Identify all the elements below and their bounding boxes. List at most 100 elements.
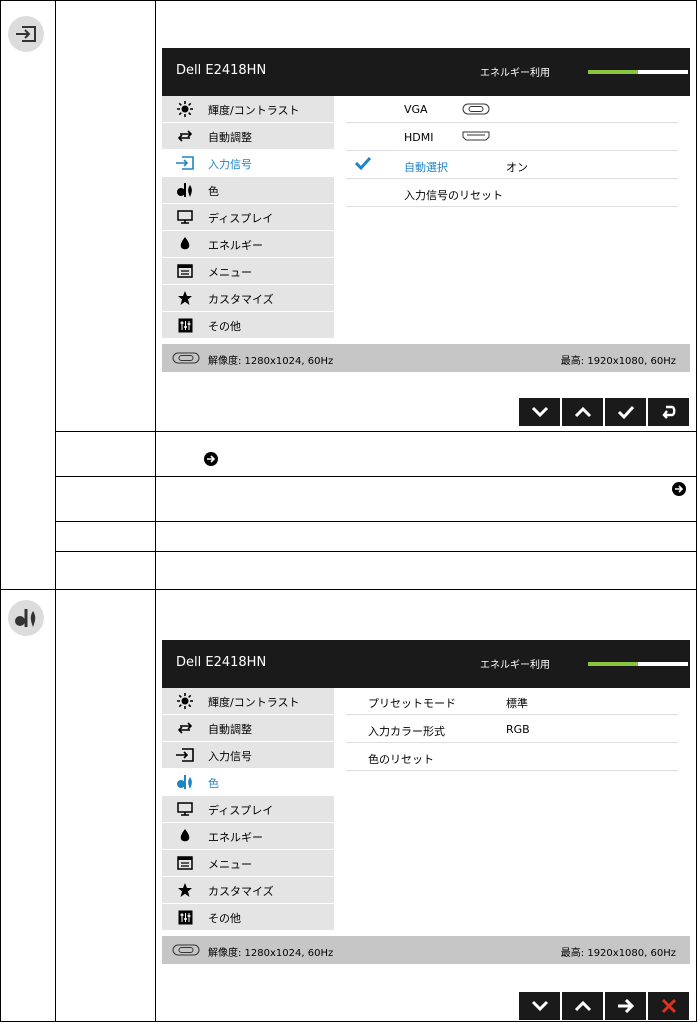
submenu-label: HDMI (404, 131, 434, 144)
others-icon (176, 316, 194, 334)
menu-item-star[interactable]: カスタマイズ (162, 285, 334, 311)
down-button[interactable] (519, 992, 560, 1020)
menu-item-display[interactable]: ディスプレイ (162, 796, 334, 822)
input-source-icon (176, 154, 194, 172)
menu-item-display[interactable]: ディスプレイ (162, 204, 334, 230)
menu-item-input-source[interactable]: 入力信号 (162, 742, 334, 768)
check-icon (617, 405, 635, 419)
auto-adjust-icon (176, 719, 194, 737)
brightness-icon (176, 100, 194, 118)
right-arrow-button[interactable] (605, 992, 646, 1020)
menu-item-energy[interactable]: エネルギー (162, 823, 334, 849)
max-resolution-text: 最高: 1920x1080, 60Hz (560, 948, 676, 959)
osd-buttons (517, 398, 689, 426)
osd-footer: 解像度: 1280x1024, 60Hz 最高: 1920x1080, 60Hz (162, 936, 690, 964)
submenu-label: 色のリセット (368, 753, 434, 766)
model-name: Dell E2418HN (176, 655, 267, 670)
menu-item-auto-adjust[interactable]: 自動調整 (162, 123, 334, 149)
submenu-label: 自動選択 (404, 161, 448, 174)
submenu-value: オン (506, 161, 528, 174)
display-icon (176, 208, 194, 226)
color-section-icon (8, 600, 44, 636)
menu-item-others[interactable]: その他 (162, 904, 334, 930)
menu-icon (176, 854, 194, 872)
down-icon (531, 1000, 549, 1012)
color-icon (176, 181, 194, 199)
menu-item-brightness[interactable]: 輝度/コントラスト (162, 96, 334, 122)
menu-item-menu[interactable]: メニュー (162, 850, 334, 876)
menu-item-label: ディスプレイ (208, 212, 274, 225)
osd-color: Dell E2418HN エネルギー利用 輝度/コントラスト自動調整入力信号色デ… (162, 640, 690, 964)
menu-item-label: その他 (208, 912, 241, 925)
energy-label: エネルギー利用 (480, 660, 550, 671)
close-button[interactable] (648, 992, 689, 1020)
submenu-row[interactable]: 入力カラー形式 RGB (346, 716, 678, 743)
osd-submenu: プリセットモード 標準入力カラー形式 RGB 色のリセット (346, 688, 678, 772)
menu-item-label: その他 (208, 320, 241, 333)
menu-item-menu[interactable]: メニュー (162, 258, 334, 284)
menu-item-brightness[interactable]: 輝度/コントラスト (162, 688, 334, 714)
back-button[interactable] (648, 398, 689, 426)
osd-body: 輝度/コントラスト自動調整入力信号色ディスプレイ エネルギーメニュー カスタマイズそ… (162, 96, 690, 344)
resolution-text: 解像度: 1280x1024, 60Hz (208, 948, 334, 959)
row-divider (55, 521, 697, 522)
menu-item-label: エネルギー (208, 239, 263, 252)
menu-item-color[interactable]: 色 (162, 177, 334, 203)
submenu-row[interactable]: 自動選択 オン (346, 152, 678, 179)
energy-meter (588, 662, 688, 666)
menu-icon (176, 262, 194, 280)
up-button[interactable] (562, 992, 603, 1020)
osd-submenu: VGA HDMI 自動選択 オン入力信号のリセット (346, 96, 678, 208)
max-resolution-text: 最高: 1920x1080, 60Hz (560, 356, 676, 367)
osd-header: Dell E2418HN エネルギー利用 (162, 640, 690, 688)
submenu-row[interactable]: 入力信号のリセット (346, 180, 678, 207)
submenu-row[interactable]: HDMI (346, 124, 678, 151)
star-icon (176, 881, 194, 899)
brightness-icon (176, 692, 194, 710)
menu-item-label: 自動調整 (208, 723, 252, 736)
vga-port-icon (462, 103, 490, 118)
arrow-circle-icon (672, 482, 686, 496)
submenu-row[interactable]: プリセットモード 標準 (346, 688, 678, 715)
menu-item-auto-adjust[interactable]: 自動調整 (162, 715, 334, 741)
submenu-label: 入力カラー形式 (368, 725, 445, 738)
check-icon (354, 156, 372, 173)
menu-item-others[interactable]: その他 (162, 312, 334, 338)
osd-input-source: Dell E2418HN エネルギー利用 輝度/コントラスト自動調整入力信号色デ… (162, 48, 690, 372)
menu-item-label: 色 (208, 777, 219, 790)
energy-meter-fill (588, 662, 638, 666)
hdmi-port-icon (462, 131, 490, 144)
osd-body: 輝度/コントラスト自動調整入力信号色ディスプレイエネルギーメニュー カスタマイズそ… (162, 688, 690, 936)
menu-item-input-source[interactable]: 入力信号 (162, 150, 334, 176)
display-icon (176, 800, 194, 818)
input-source-icon (176, 746, 194, 764)
up-button[interactable] (562, 398, 603, 426)
menu-item-star[interactable]: カスタマイズ (162, 877, 334, 903)
submenu-value: RGB (506, 723, 530, 736)
input-source-section-icon (8, 16, 44, 52)
vga-port-icon (172, 944, 200, 956)
check-button[interactable] (605, 398, 646, 426)
menu-item-label: 入力信号 (208, 158, 252, 171)
menu-item-label: エネルギー (208, 831, 263, 844)
menu-item-color[interactable]: 色 (162, 769, 334, 795)
menu-item-label: 輝度/コントラスト (208, 104, 300, 117)
submenu-label: VGA (404, 103, 428, 116)
submenu-value: 標準 (506, 697, 528, 710)
menu-item-label: 色 (208, 185, 219, 198)
submenu-row[interactable]: 色のリセット (346, 744, 678, 771)
energy-icon (176, 235, 194, 253)
color-icon (176, 773, 194, 791)
down-button[interactable] (519, 398, 560, 426)
menu-item-energy[interactable]: エネルギー (162, 231, 334, 257)
right-arrow-icon (617, 999, 635, 1013)
osd-main-menu: 輝度/コントラスト自動調整入力信号色ディスプレイ エネルギーメニュー カスタマイズそ… (162, 96, 334, 339)
submenu-label: プリセットモード (368, 697, 456, 710)
osd-header: Dell E2418HN エネルギー利用 (162, 48, 690, 96)
model-name: Dell E2418HN (176, 63, 267, 78)
energy-meter-fill (588, 70, 638, 74)
submenu-row[interactable]: VGA (346, 96, 678, 123)
row-divider (55, 551, 697, 552)
osd-footer: 解像度: 1280x1024, 60Hz 最高: 1920x1080, 60Hz (162, 344, 690, 372)
row-divider (55, 476, 697, 477)
